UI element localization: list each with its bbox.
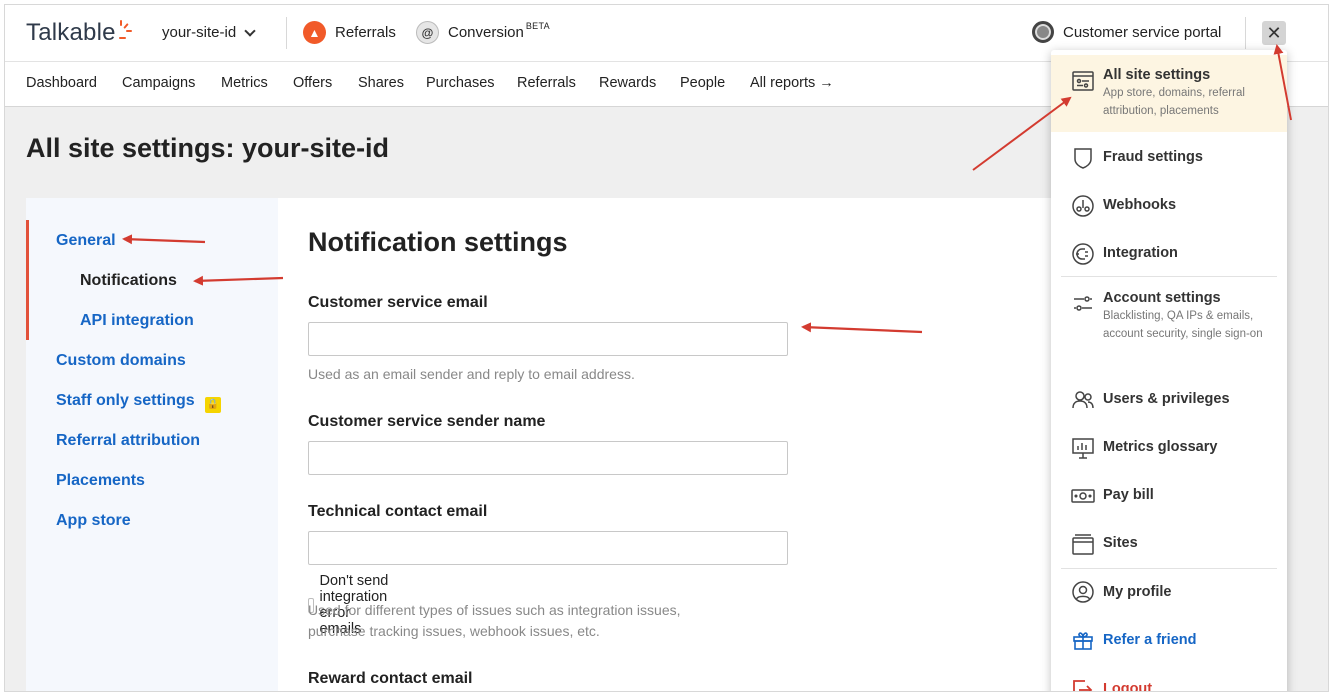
sidebar-item-placements[interactable]: Placements <box>56 472 145 490</box>
menu-item-webhooks[interactable]: Webhooks <box>1051 186 1287 226</box>
sidebar-item-general[interactable]: General <box>56 232 116 250</box>
nav-purchases[interactable]: Purchases <box>426 75 495 91</box>
nav-people[interactable]: People <box>680 75 725 91</box>
menu-item-subtitle: App store, domains, referral attribution… <box>1103 87 1245 117</box>
menu-item-title: Integration <box>1103 245 1178 261</box>
close-icon: ✕ <box>1266 22 1282 43</box>
menu-item-subtitle: Blacklisting, QA IPs & emails, account s… <box>1103 310 1263 340</box>
divider <box>286 17 287 49</box>
menu-item-users-privileges[interactable]: Users & privileges <box>1051 382 1287 422</box>
sidebar-item-referral-attribution[interactable]: Referral attribution <box>56 432 200 450</box>
menu-item-title: Refer a friend <box>1103 632 1197 648</box>
stacked-windows-icon <box>1072 534 1094 555</box>
menu-item-title: Logout <box>1103 681 1153 692</box>
portal-label: Customer service portal <box>1063 23 1222 41</box>
menu-item-title: Metrics glossary <box>1103 439 1218 455</box>
menu-item-title: Fraud settings <box>1103 149 1203 165</box>
settings-card: General Notifications API integration Cu… <box>26 198 1086 691</box>
menu-item-title: All site settings <box>1103 67 1211 83</box>
active-indicator <box>26 220 29 340</box>
menu-item-metrics-glossary[interactable]: Metrics glossary <box>1051 430 1287 470</box>
menu-item-title: Webhooks <box>1103 197 1177 213</box>
nav-shares[interactable]: Shares <box>358 75 404 91</box>
menu-divider <box>1061 276 1277 277</box>
settings-panel-icon <box>1072 71 1094 91</box>
tech-email-input[interactable] <box>308 531 788 565</box>
sidebar-item-staff-only[interactable]: Staff only settings 🔒 <box>56 392 221 413</box>
divider <box>1245 17 1246 49</box>
form-heading: Notification settings <box>308 227 568 257</box>
menu-item-fraud-settings[interactable]: Fraud settings <box>1051 138 1287 178</box>
menu-item-my-profile[interactable]: My profile <box>1051 574 1287 614</box>
menu-item-title: My profile <box>1103 584 1172 600</box>
users-icon <box>1072 391 1094 409</box>
site-id-label: your-site-id <box>162 24 237 41</box>
cs-name-label: Customer service sender name <box>308 413 546 430</box>
presentation-chart-icon <box>1072 438 1094 459</box>
site-selector[interactable]: your-site-id <box>162 24 256 41</box>
talkable-logo[interactable]: Talkable <box>26 19 132 47</box>
customer-service-portal[interactable]: Customer service portal <box>1032 21 1221 43</box>
logo-text: Talkable <box>26 19 116 46</box>
chevron-down-icon <box>244 24 256 37</box>
settings-dropdown-menu: All site settings App store, domains, re… <box>1051 50 1287 692</box>
tech-help-line-1: Used for different types of issues such … <box>308 602 681 618</box>
nav-campaigns[interactable]: Campaigns <box>122 75 195 91</box>
sidebar-item-custom-domains[interactable]: Custom domains <box>56 352 186 370</box>
referrals-icon: ▲ <box>303 21 326 44</box>
menu-item-all-site-settings[interactable]: All site settings App store, domains, re… <box>1051 55 1287 132</box>
sidebar-item-app-store[interactable]: App store <box>56 512 131 530</box>
close-button[interactable]: ✕ <box>1262 21 1286 45</box>
nav-all-reports[interactable]: All reports → <box>750 75 834 91</box>
beta-badge: BETA <box>525 20 550 31</box>
cs-name-input[interactable] <box>308 441 788 475</box>
tech-email-label: Technical contact email <box>308 503 488 520</box>
product-conversion[interactable]: @ Conversion BETA <box>416 21 550 44</box>
at-sign-icon: @ <box>416 21 439 44</box>
reward-email-label: Reward contact email <box>308 670 473 687</box>
product-label: Conversion <box>448 24 524 41</box>
sidebar-item-label: Staff only settings <box>56 392 195 409</box>
menu-item-account-settings[interactable]: Account settings Blacklisting, QA IPs & … <box>1051 284 1287 366</box>
sidebar-item-notifications[interactable]: Notifications <box>80 272 177 290</box>
portal-icon <box>1032 21 1054 43</box>
cs-email-label: Customer service email <box>308 294 488 311</box>
menu-item-integration[interactable]: Integration <box>1051 234 1287 274</box>
nav-dashboard[interactable]: Dashboard <box>26 75 97 91</box>
product-referrals[interactable]: ▲ Referrals <box>303 21 396 44</box>
sliders-icon <box>1074 296 1092 311</box>
menu-item-title: Pay bill <box>1103 487 1154 503</box>
cs-email-help: Used as an email sender and reply to ema… <box>308 366 635 382</box>
banknote-icon <box>1071 489 1095 503</box>
menu-item-sites[interactable]: Sites <box>1051 526 1287 566</box>
nav-metrics[interactable]: Metrics <box>221 75 268 91</box>
menu-item-title: Users & privileges <box>1103 391 1230 407</box>
page-title: All site settings: your-site-id <box>26 133 390 163</box>
user-circle-icon <box>1072 581 1094 603</box>
menu-item-pay-bill[interactable]: Pay bill <box>1051 478 1287 518</box>
gift-icon <box>1073 632 1093 650</box>
shield-icon <box>1074 148 1092 169</box>
app-window: Talkable your-site-id ▲ Referrals @ Conv… <box>4 4 1329 692</box>
sidebar-item-api-integration[interactable]: API integration <box>80 312 194 330</box>
logo-mark-icon <box>117 20 132 46</box>
tech-help-line-2: purchase tracking issues, webhook issues… <box>308 623 600 639</box>
menu-item-title: Sites <box>1103 535 1138 551</box>
menu-item-title: Account settings <box>1103 290 1221 306</box>
cs-email-input[interactable] <box>308 322 788 356</box>
settings-sidebar: General Notifications API integration Cu… <box>26 198 278 691</box>
lock-icon: 🔒 <box>204 397 221 413</box>
menu-divider <box>1061 568 1277 569</box>
webhook-icon <box>1072 195 1094 217</box>
nav-rewards[interactable]: Rewards <box>599 75 656 91</box>
product-label: Referrals <box>335 24 396 41</box>
nav-referrals[interactable]: Referrals <box>517 75 576 91</box>
plug-icon <box>1072 243 1094 265</box>
menu-item-logout[interactable]: Logout <box>1051 670 1287 692</box>
nav-offers[interactable]: Offers <box>293 75 332 91</box>
menu-item-refer-a-friend[interactable]: Refer a friend <box>1051 622 1287 662</box>
logout-icon <box>1073 680 1093 691</box>
